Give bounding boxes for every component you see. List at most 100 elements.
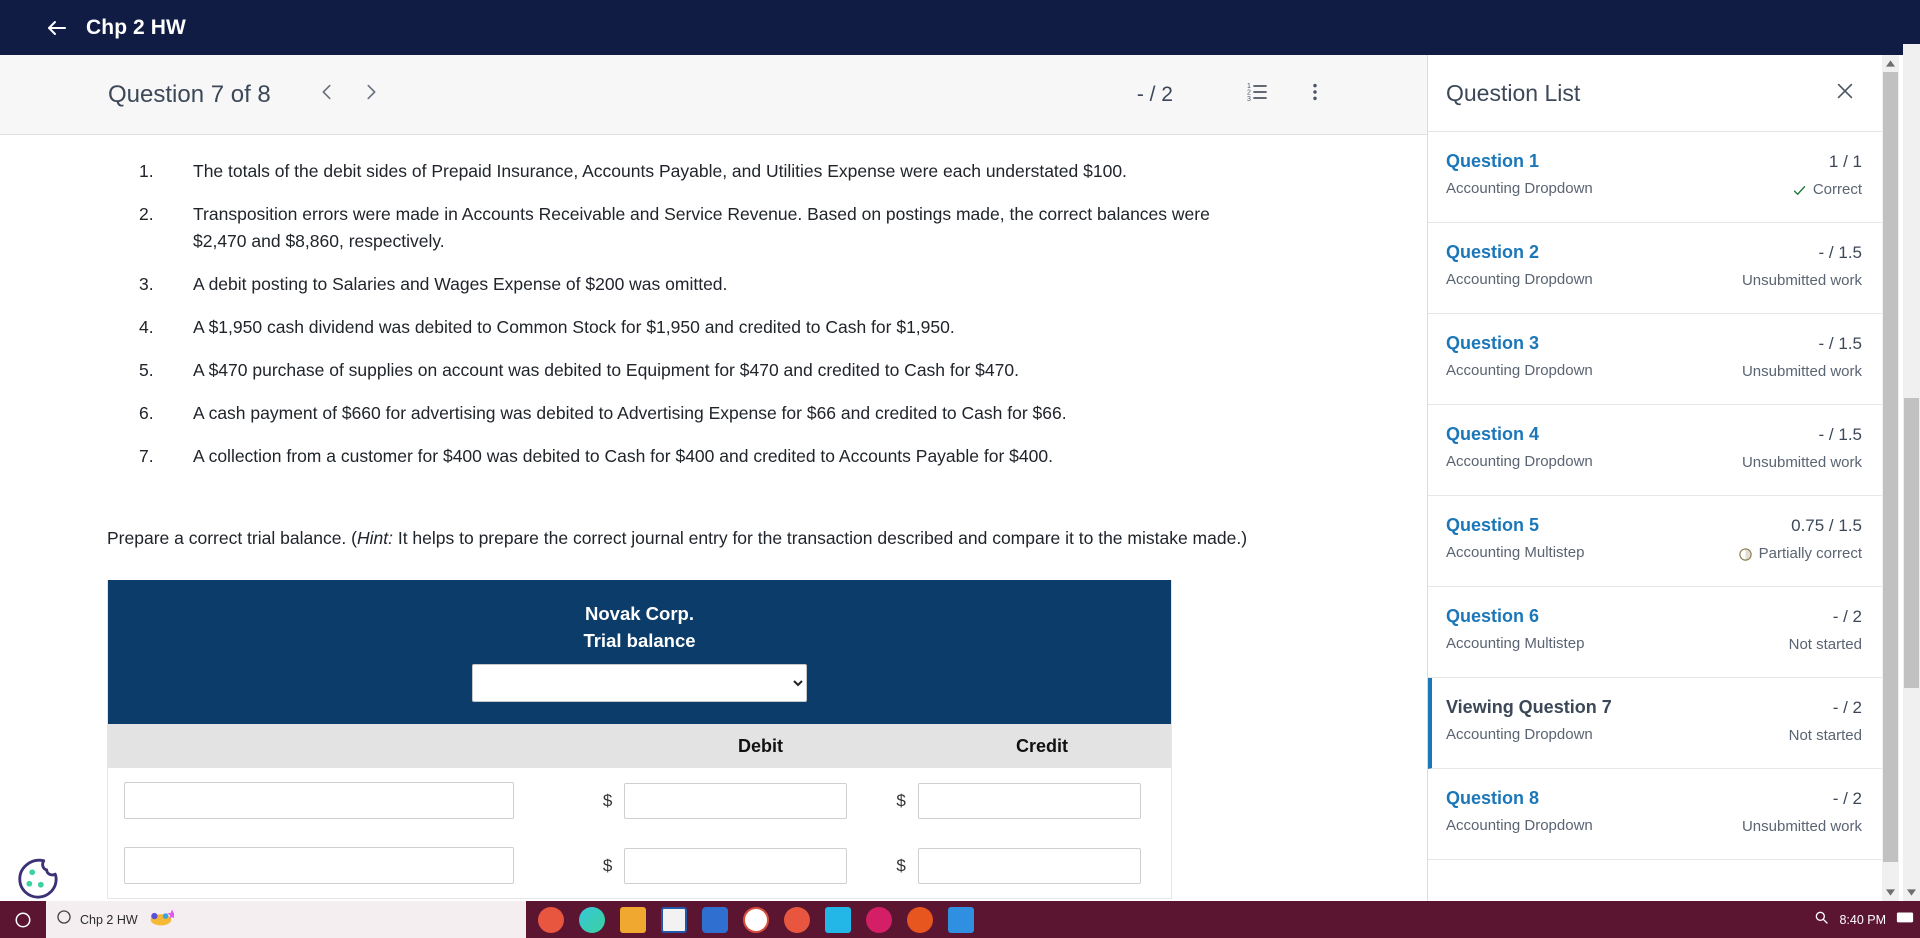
status-badge: Unsubmitted work (1742, 361, 1862, 383)
question-counter: Question 7 of 8 (108, 80, 271, 108)
question-item-type: Accounting Dropdown (1446, 453, 1593, 470)
list-item: 2. Transposition errors were made in Acc… (131, 201, 1216, 255)
scroll-down-arrow-icon[interactable] (1903, 884, 1920, 901)
app-icon-9[interactable] (860, 901, 898, 938)
close-icon (1834, 80, 1856, 107)
question-list-item[interactable]: Question 2 Accounting Dropdown - / 1.5 U… (1428, 223, 1882, 314)
question-list-item[interactable]: Question 3 Accounting Dropdown - / 1.5 U… (1428, 314, 1882, 405)
question-item-score: - / 2 (1832, 698, 1862, 717)
debit-amount-input[interactable] (624, 847, 848, 884)
taskbar-clock[interactable]: 8:40 PM (1839, 913, 1886, 927)
page-scrollbar[interactable] (1903, 44, 1920, 901)
question-item-status: Correct (1812, 181, 1862, 198)
next-question-button[interactable] (349, 73, 393, 117)
currency-symbol: $ (896, 855, 906, 875)
status-badge: Partially correct (1738, 543, 1862, 565)
app-icon-7[interactable] (778, 901, 816, 938)
question-body: 1. The totals of the debit sides of Prep… (0, 136, 1313, 899)
debit-cell: $ (589, 847, 882, 884)
cookie-consent-button[interactable] (14, 855, 60, 901)
app-icon-1[interactable] (532, 901, 570, 938)
browser-icon (56, 909, 72, 930)
status-badge: Unsubmitted work (1742, 270, 1862, 292)
trial-balance-company: Novak Corp. (585, 603, 694, 624)
question-list-item[interactable]: Question 6 Accounting Multistep - / 2 No… (1428, 587, 1882, 678)
app-icon-10[interactable] (901, 901, 939, 938)
list-item-text: Transposition errors were made in Accoun… (193, 204, 1210, 251)
question-item-score: 0.75 / 1.5 (1791, 516, 1862, 535)
table-row: $ $ (108, 833, 1171, 898)
app-icon-2[interactable] (573, 901, 611, 938)
question-item-name[interactable]: Question 5 (1446, 512, 1738, 538)
question-item-info: Question 2 Accounting Dropdown (1446, 239, 1742, 291)
prepare-instruction-prefix: Prepare a correct trial balance. ( (107, 528, 357, 548)
question-item-info: Question 6 Accounting Multistep (1446, 603, 1789, 655)
list-item: 6. A cash payment of $660 for advertisin… (131, 400, 1216, 427)
trial-balance-date-select[interactable] (472, 664, 807, 702)
question-item-meta: - / 2 Not started (1789, 694, 1862, 747)
list-item-text: A debit posting to Salaries and Wages Ex… (193, 274, 728, 294)
question-list-item[interactable]: Question 5 Accounting Multistep 0.75 / 1… (1428, 496, 1882, 587)
list-item-text: A $470 purchase of supplies on account w… (193, 360, 1019, 380)
panel-scrollbar[interactable] (1882, 55, 1899, 901)
app-icon-11[interactable] (942, 901, 980, 938)
account-cell (108, 782, 589, 819)
prev-question-button[interactable] (305, 73, 349, 117)
app-icon-3[interactable] (614, 901, 652, 938)
question-item-status: Not started (1788, 727, 1862, 744)
list-item-number: 6. (139, 403, 154, 423)
list-item-text: A cash payment of $660 for advertising w… (193, 403, 1067, 423)
page-scrollbar-thumb[interactable] (1904, 398, 1919, 688)
credit-cell: $ (882, 782, 1171, 819)
question-list-toggle-button[interactable]: 1 2 3 (1237, 75, 1277, 115)
list-item: 1. The totals of the debit sides of Prep… (131, 158, 1216, 185)
scroll-up-arrow-icon[interactable] (1882, 55, 1899, 72)
check-icon (1792, 183, 1807, 198)
question-item-status: Not started (1788, 636, 1862, 653)
credit-amount-input[interactable] (917, 847, 1141, 884)
scroll-down-arrow-icon[interactable] (1882, 884, 1899, 901)
question-item-name[interactable]: Question 4 (1446, 421, 1742, 447)
debit-amount-input[interactable] (624, 782, 848, 819)
question-list-item[interactable]: Question 8 Accounting Dropdown - / 2 Uns… (1428, 769, 1882, 860)
question-item-name[interactable]: Question 8 (1446, 785, 1742, 811)
question-item-info: Question 1 Accounting Dropdown (1446, 148, 1792, 200)
account-name-input[interactable] (124, 847, 514, 884)
credit-amount-input[interactable] (917, 782, 1141, 819)
question-item-type: Accounting Dropdown (1446, 271, 1593, 288)
table-row: $ $ (108, 768, 1171, 833)
tray-search-icon[interactable] (1813, 909, 1829, 930)
taskbar-window-thumb-icon (146, 907, 177, 932)
taskbar-window-button[interactable]: Chp 2 HW (46, 901, 526, 938)
list-item-number: 2. (139, 204, 154, 224)
start-icon[interactable] (0, 901, 46, 938)
app-icon-5[interactable] (696, 901, 734, 938)
app-icon-4[interactable] (655, 901, 693, 938)
app-icon-8[interactable] (819, 901, 857, 938)
question-item-name[interactable]: Question 6 (1446, 603, 1789, 629)
trial-balance-table: Novak Corp. Trial balance Debit Credit $… (107, 580, 1172, 899)
account-name-input[interactable] (124, 782, 514, 819)
question-item-type: Accounting Multistep (1446, 635, 1585, 652)
list-item-text: A $1,950 cash dividend was debited to Co… (193, 317, 955, 337)
app-icon-6[interactable] (737, 901, 775, 938)
question-item-name[interactable]: Question 3 (1446, 330, 1742, 356)
back-button[interactable] (40, 11, 74, 45)
status-badge: Not started (1789, 634, 1862, 656)
more-options-button[interactable] (1295, 75, 1335, 115)
question-item-type: Accounting Dropdown (1446, 362, 1593, 379)
question-item-name[interactable]: Question 1 (1446, 148, 1792, 174)
question-item-name[interactable]: Question 2 (1446, 239, 1742, 265)
question-item-score: - / 2 (1832, 607, 1862, 626)
question-list-item[interactable]: Question 1 Accounting Dropdown 1 / 1 Cor… (1428, 132, 1882, 223)
question-list-item-active[interactable]: Viewing Question 7 Accounting Dropdown -… (1428, 678, 1882, 769)
panel-scrollbar-thumb[interactable] (1883, 72, 1898, 862)
tray-notification-icon[interactable] (1896, 910, 1914, 929)
prepare-instruction: Prepare a correct trial balance. (Hint: … (107, 524, 1252, 552)
question-list-item[interactable]: Question 4 Accounting Dropdown - / 1.5 U… (1428, 405, 1882, 496)
question-item-score: - / 1.5 (1818, 334, 1862, 353)
close-question-list-button[interactable] (1828, 76, 1862, 110)
trial-balance-header: Novak Corp. Trial balance (108, 580, 1171, 724)
list-item-text: A collection from a customer for $400 wa… (193, 446, 1053, 466)
status-badge: Unsubmitted work (1742, 452, 1862, 474)
